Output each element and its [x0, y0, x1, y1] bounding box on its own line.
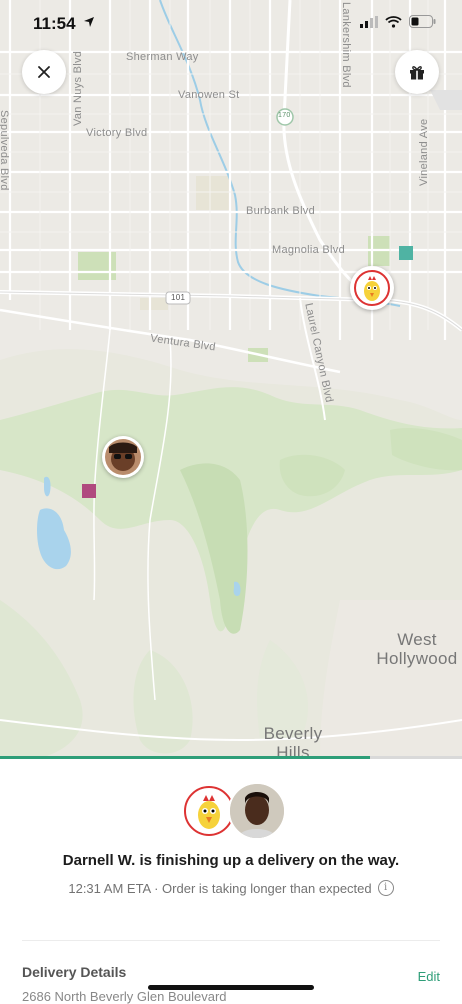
delivery-progress-bar: [0, 756, 462, 759]
home-indicator[interactable]: [148, 985, 314, 990]
driver-map-avatar: [105, 439, 141, 475]
street-label-sherman: Sherman Way: [126, 51, 199, 63]
dave-hot-chicken-logo: [353, 269, 391, 307]
eta-text: 12:31 AM ETA · Order is taking longer th…: [68, 880, 372, 896]
delivery-progress-fill: [0, 756, 370, 759]
order-eta-line: 12:31 AM ETA · Order is taking longer th…: [0, 880, 462, 896]
street-label-sepulveda: Sepulveda Blvd: [0, 110, 10, 191]
status-icons: [360, 15, 436, 28]
order-status-headline: Darnell W. is finishing up a delivery on…: [62, 852, 400, 869]
edit-delivery-details-button[interactable]: Edit: [418, 969, 440, 984]
driver-pin[interactable]: [102, 436, 144, 478]
close-button[interactable]: [22, 50, 66, 94]
wifi-icon: [385, 15, 402, 28]
street-label-van-nuys: Van Nuys Blvd: [72, 50, 84, 126]
signal-icon: [360, 15, 378, 28]
street-label-vineland: Vineland Ave: [418, 118, 430, 186]
restaurant-pin[interactable]: [350, 266, 394, 310]
delivery-address: 2686 North Beverly Glen Boulevard: [22, 989, 227, 1004]
location-arrow-icon: [84, 17, 94, 27]
place-line-1: West: [397, 630, 437, 649]
status-time: 11:54: [33, 14, 76, 33]
delivery-details-title: Delivery Details: [22, 964, 127, 980]
place-line-1: Beverly: [263, 724, 323, 743]
close-icon: [38, 66, 50, 78]
place-line-2: Hollywood: [376, 649, 458, 668]
street-label-victory: Victory Blvd: [86, 127, 148, 139]
street-label-magnolia: Magnolia Blvd: [272, 244, 345, 256]
place-label-west-hollywood: West Hollywood: [372, 630, 462, 668]
street-label-lankershim: Lankershim Blvd: [340, 2, 352, 88]
store-marker: [399, 246, 413, 260]
gift-icon: [410, 65, 424, 80]
battery-icon: [409, 15, 436, 28]
gift-button[interactable]: [395, 50, 439, 94]
driver-avatar: [228, 782, 286, 840]
street-label-burbank: Burbank Blvd: [246, 205, 316, 217]
destination-marker: [82, 484, 96, 498]
section-divider: [22, 940, 440, 941]
map-view[interactable]: Sherman Way Vanowen St Victory Blvd Burb…: [0, 0, 462, 758]
hwy-101-label: 101: [171, 293, 186, 302]
hwy-170-label: 170: [278, 112, 291, 119]
street-label-vanowen: Vanowen St: [178, 89, 240, 101]
order-avatars: [180, 782, 286, 840]
info-icon[interactable]: i: [377, 880, 394, 896]
place-label-beverly-hills: Beverly Hills: [248, 724, 338, 758]
